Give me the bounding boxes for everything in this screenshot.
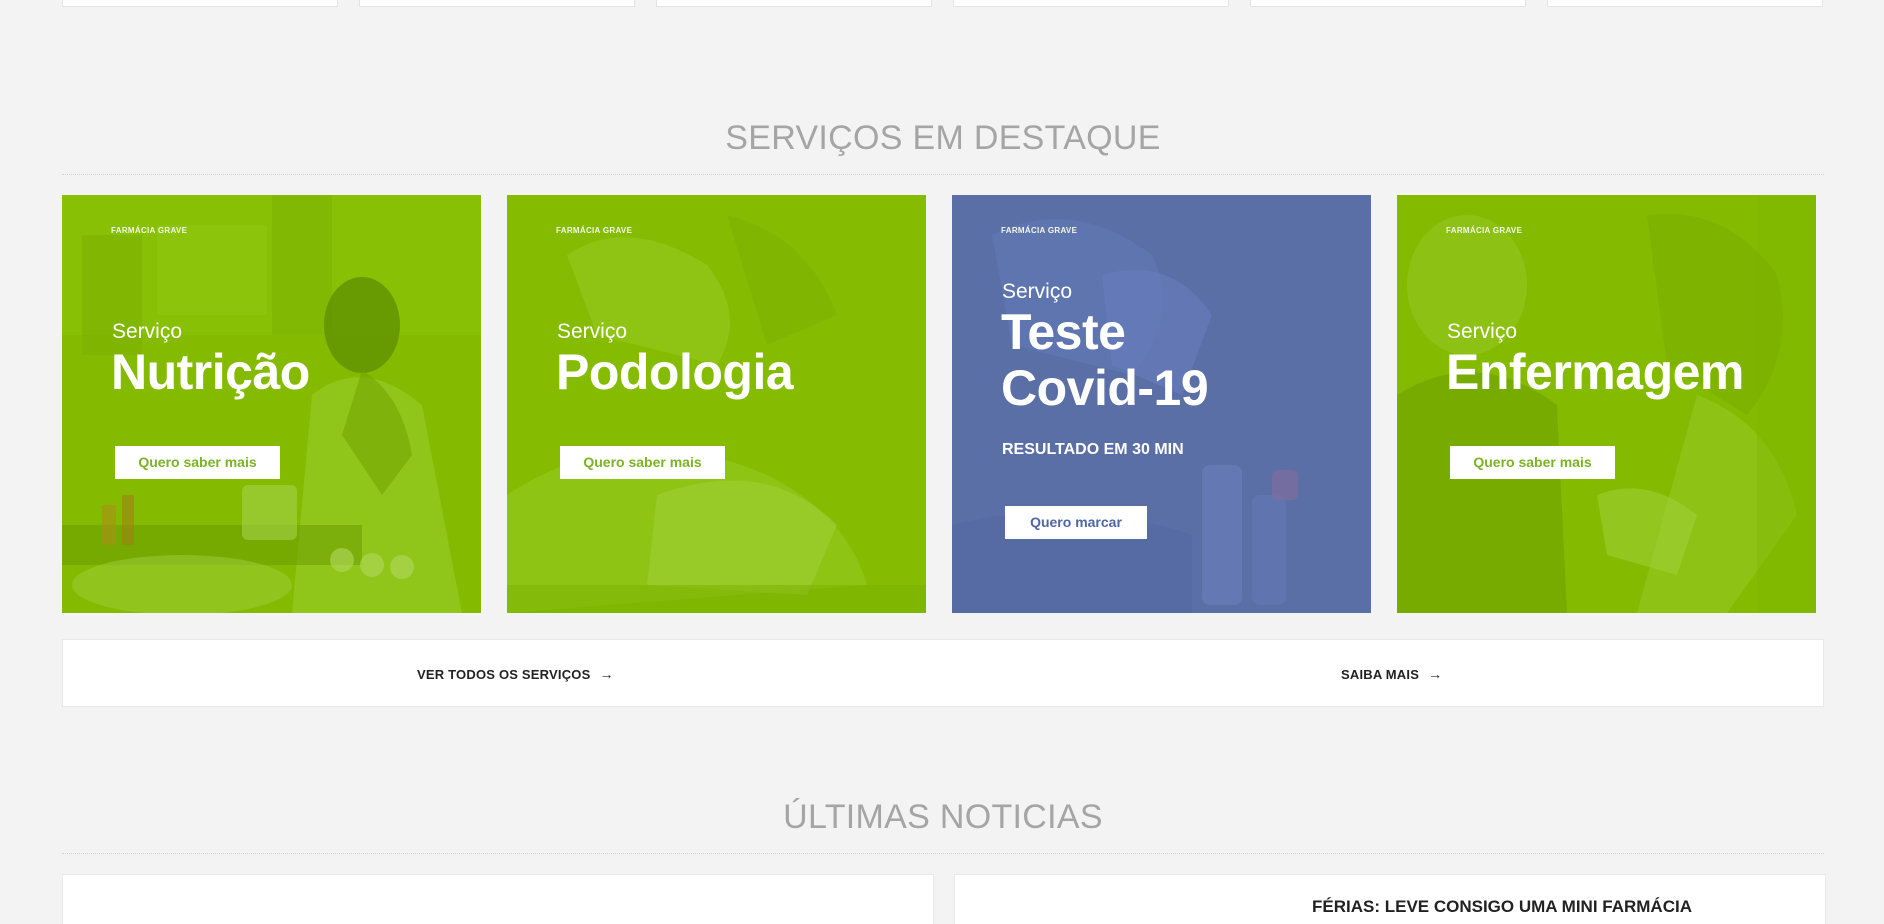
top-cards-row — [62, 0, 1824, 7]
brand-label: FARMÁCIA GRAVE — [556, 226, 633, 235]
service-name-line2: Covid-19 — [1001, 360, 1209, 416]
news-title[interactable]: FÉRIAS: LEVE CONSIGO UMA MINI FARMÁCIA — [1312, 897, 1692, 917]
service-card-enfermagem[interactable]: FARMÁCIA GRAVE Serviço Enfermagem Quero … — [1397, 195, 1816, 613]
link-label: SAIBA MAIS — [1341, 667, 1420, 682]
service-label: Serviço — [1447, 320, 1518, 343]
podology-photo-overlay — [507, 195, 926, 613]
service-card-podologia[interactable]: FARMÁCIA GRAVE Serviço Podologia Quero s… — [507, 195, 926, 613]
service-name: Enfermagem — [1446, 344, 1744, 400]
service-label: Serviço — [1002, 280, 1073, 303]
quero-saber-mais-button[interactable]: Quero saber mais — [560, 446, 725, 479]
ver-todos-servicos-link[interactable]: VER TODOS OS SERVIÇOS → — [417, 640, 614, 708]
service-name: Nutrição — [111, 344, 310, 400]
quero-saber-mais-button[interactable]: Quero saber mais — [115, 446, 280, 479]
service-label: Serviço — [112, 320, 183, 343]
service-subtitle: RESULTADO EM 30 MIN — [1002, 441, 1184, 458]
news-card[interactable]: FÉRIAS: LEVE CONSIGO UMA MINI FARMÁCIA — [954, 874, 1826, 924]
brand-label: FARMÁCIA GRAVE — [1001, 226, 1078, 235]
top-card[interactable] — [359, 0, 635, 7]
link-label: VER TODOS OS SERVIÇOS — [417, 667, 591, 682]
latest-news-title: ÚLTIMAS NOTICIAS — [783, 798, 1103, 836]
service-name-line1: Teste — [1001, 304, 1126, 360]
services-links-bar: VER TODOS OS SERVIÇOS → SAIBA MAIS → — [62, 639, 1824, 707]
nursing-photo-overlay — [1397, 195, 1816, 613]
top-card[interactable] — [953, 0, 1229, 7]
nutrition-photo-overlay — [62, 195, 481, 613]
brand-label: FARMÁCIA GRAVE — [1446, 226, 1523, 235]
top-card[interactable] — [62, 0, 338, 7]
brand-label: FARMÁCIA GRAVE — [111, 226, 188, 235]
quero-marcar-button[interactable]: Quero marcar — [1005, 506, 1147, 539]
service-card-teste-covid[interactable]: FARMÁCIA GRAVE Serviço Teste Covid-19 RE… — [952, 195, 1371, 613]
section-divider — [62, 853, 1824, 854]
featured-services-title: SERVIÇOS EM DESTAQUE — [725, 119, 1161, 157]
top-card[interactable] — [656, 0, 932, 7]
top-card[interactable] — [1250, 0, 1526, 7]
arrow-right-icon: → — [1428, 666, 1443, 682]
service-name: Podologia — [556, 344, 794, 400]
top-card[interactable] — [1547, 0, 1823, 7]
arrow-right-icon: → — [599, 666, 614, 682]
saiba-mais-link[interactable]: SAIBA MAIS → — [1341, 640, 1442, 708]
section-divider — [62, 174, 1824, 175]
news-card[interactable] — [62, 874, 934, 924]
service-card-nutricao[interactable]: FARMÁCIA GRAVE Serviço Nutrição Quero sa… — [62, 195, 481, 613]
quero-saber-mais-button[interactable]: Quero saber mais — [1450, 446, 1615, 479]
service-label: Serviço — [557, 320, 628, 343]
